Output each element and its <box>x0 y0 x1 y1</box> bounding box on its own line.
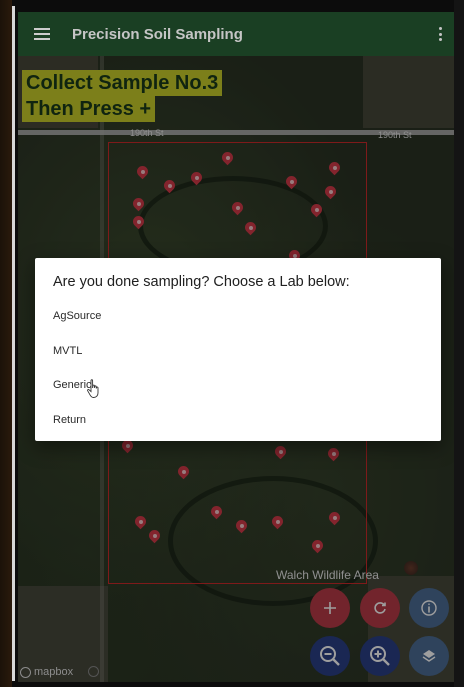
appbar-scrim <box>18 12 454 56</box>
hand-pointer-icon <box>87 379 99 398</box>
dialog-title: Are you done sampling? Choose a Lab belo… <box>53 274 350 290</box>
bezel-divider <box>12 6 15 681</box>
lab-option-mvtl[interactable]: MVTL <box>53 345 82 357</box>
lab-option-agsource[interactable]: AgSource <box>53 310 101 322</box>
dialog-return-option[interactable]: Return <box>53 414 86 426</box>
screen-bezel-left <box>0 0 12 687</box>
lab-choice-dialog: Are you done sampling? Choose a Lab belo… <box>35 258 441 441</box>
screen-bezel-right <box>454 0 464 687</box>
app-screen: 190th St 190th St Collect Sample No.3 Th <box>18 12 454 682</box>
